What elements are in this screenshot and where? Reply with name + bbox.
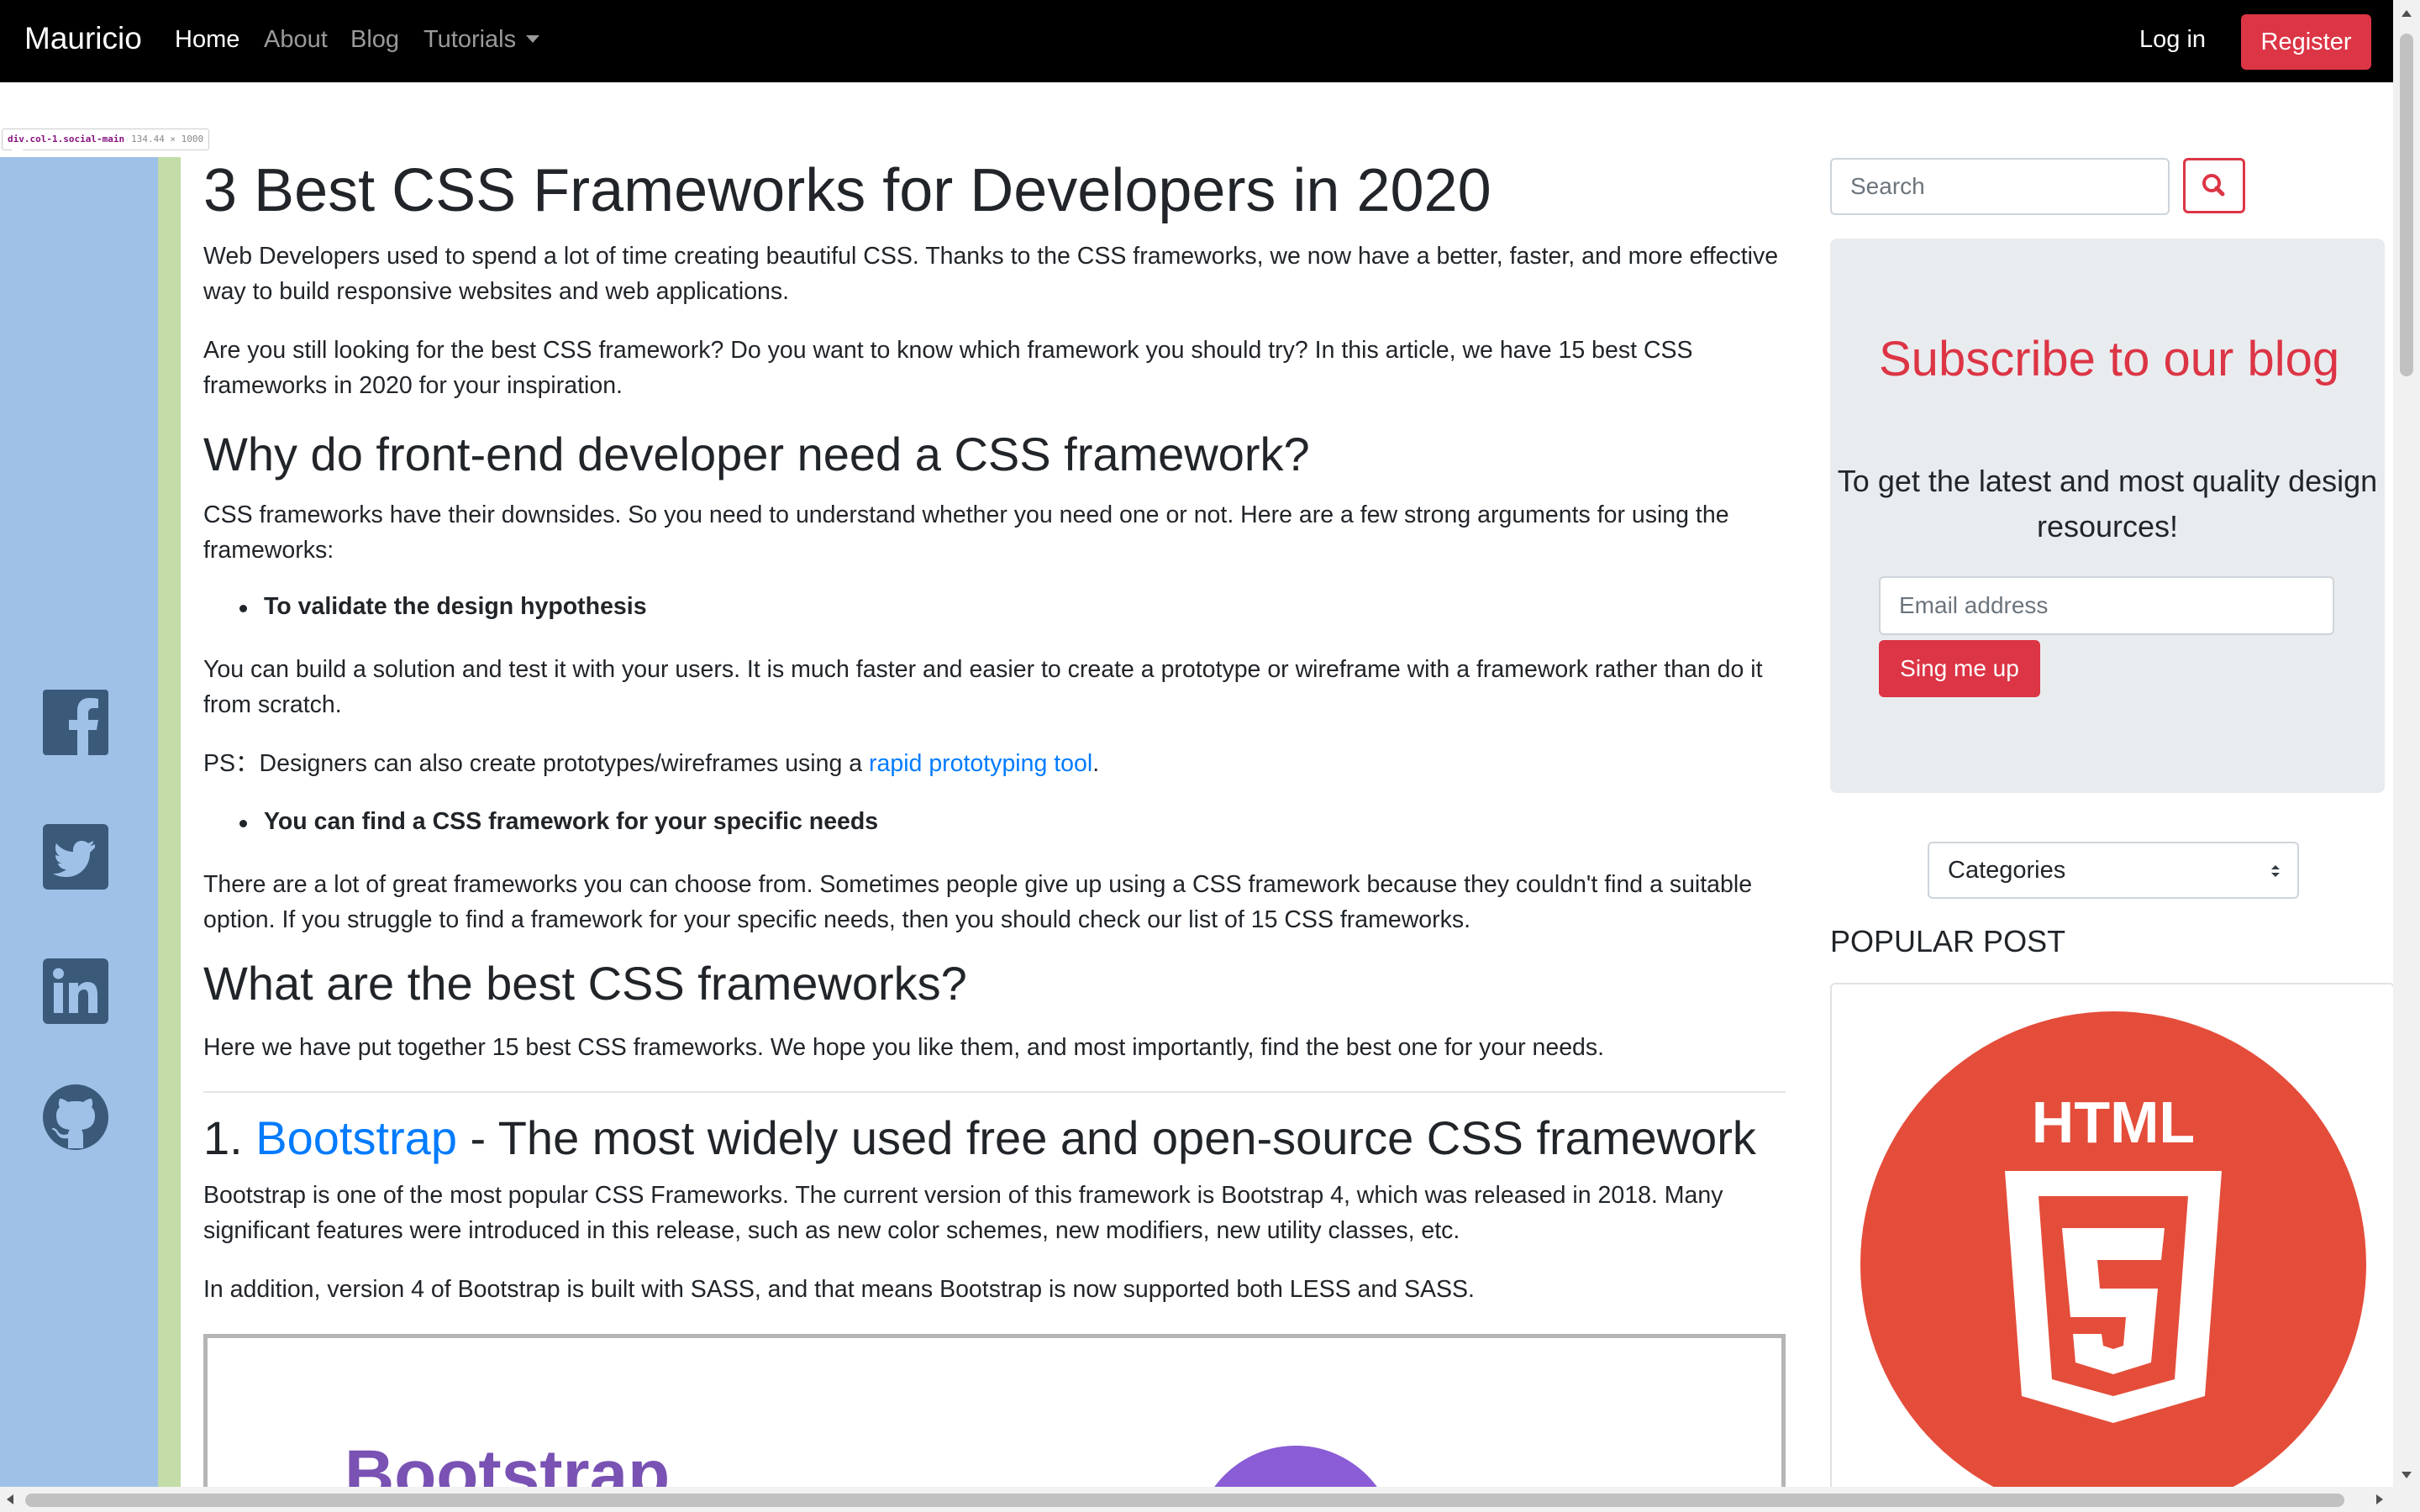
divider — [203, 1091, 1786, 1093]
select-arrows-icon — [2271, 865, 2280, 877]
bootstrap-sass-paragraph: In addition, version 4 of Bootstrap is b… — [203, 1276, 1475, 1303]
social-column — [0, 157, 158, 1512]
html5-label: HTML — [2032, 1089, 2195, 1155]
question-paragraph: Are you still looking for the best CSS f… — [203, 337, 1693, 399]
linkedin-icon[interactable] — [43, 958, 108, 1024]
search-input[interactable]: Search — [1830, 158, 2170, 215]
downsides-paragraph: CSS frameworks have their downsides. So … — [203, 501, 1729, 564]
scroll-up-icon[interactable] — [2402, 10, 2412, 17]
nav-tutorials-dropdown[interactable]: Tutorials — [424, 26, 540, 54]
list-item: To validate the design hypothesis — [239, 593, 647, 620]
search-icon — [2202, 174, 2225, 197]
ps-paragraph: PS：Designers can also create prototypes/… — [203, 746, 1786, 781]
nav-tutorials-label: Tutorials — [424, 26, 517, 53]
facebook-icon[interactable] — [43, 690, 108, 755]
vertical-scrollbar[interactable] — [2393, 0, 2420, 1512]
inspect-selector: div.col-1.social-main — [8, 134, 125, 144]
ps-text: PS：Designers can also create prototypes/… — [203, 750, 870, 777]
horizontal-scrollbar[interactable] — [0, 1487, 2393, 1512]
nav-about[interactable]: About — [264, 26, 328, 54]
article-title: 3 Best CSS Frameworks for Developers in … — [203, 157, 1491, 224]
inspect-dimensions: 134.44 × 1000 — [131, 134, 204, 144]
heading-bootstrap: 1. Bootstrap - The most widely used free… — [203, 1110, 1756, 1165]
subscribe-box: Subscribe to our blog To get the latest … — [1830, 239, 2385, 793]
subscribe-button[interactable]: Sing me up — [1879, 640, 2040, 697]
bootstrap-link[interactable]: Bootstrap — [255, 1111, 457, 1164]
search-button[interactable] — [2183, 158, 2245, 213]
navbar: Mauricio Home About Blog Tutorials Log i… — [0, 0, 2393, 82]
login-link[interactable]: Log in — [2139, 26, 2206, 54]
chevron-down-icon — [526, 35, 540, 43]
github-icon[interactable] — [43, 1084, 108, 1150]
social-column-padding — [158, 157, 181, 1512]
intro-paragraph: Web Developers used to spend a lot of ti… — [203, 243, 1779, 305]
brand-logo[interactable]: Mauricio — [24, 21, 142, 56]
bootstrap-figure: Bootstrap — [203, 1334, 1786, 1512]
heading-best-frameworks: What are the best CSS frameworks? — [203, 957, 967, 1010]
twitter-icon[interactable] — [43, 824, 108, 890]
subscribe-text: To get the latest and most quality desig… — [1837, 464, 2378, 543]
popular-post-heading: POPULAR POST — [1830, 924, 2066, 958]
scroll-left-icon[interactable] — [7, 1494, 13, 1504]
devtools-inspect-tooltip: div.col-1.social-main 134.44 × 1000 — [2, 129, 210, 150]
frameworks-choice-paragraph: There are a lot of great frameworks you … — [203, 871, 1753, 933]
subscribe-title: Subscribe to our blog — [1879, 332, 2340, 386]
register-button[interactable]: Register — [2241, 14, 2371, 70]
vertical-scroll-thumb[interactable] — [2400, 34, 2413, 376]
heading-why-framework: Why do front-end developer need a CSS fr… — [203, 428, 1310, 480]
prototype-paragraph: You can build a solution and test it wit… — [203, 656, 1763, 718]
scroll-right-icon[interactable] — [2376, 1494, 2383, 1504]
nav-home[interactable]: Home — [175, 26, 239, 54]
best-frameworks-paragraph: Here we have put together 15 best CSS fr… — [203, 1034, 1605, 1061]
horizontal-scroll-thumb[interactable] — [25, 1494, 2344, 1507]
html5-icon: HTML — [2005, 1089, 2222, 1423]
categories-label: Categories — [1948, 857, 2066, 884]
inspect-tooltip-arrow — [12, 150, 24, 156]
ps-suffix: . — [1092, 750, 1100, 777]
bootstrap-paragraph: Bootstrap is one of the most popular CSS… — [203, 1182, 1723, 1244]
email-field[interactable]: Email address — [1879, 576, 2334, 635]
nav-blog[interactable]: Blog — [350, 26, 399, 54]
popular-post-card[interactable]: HTML — [1830, 983, 2395, 1512]
heading-number: 1. — [203, 1111, 256, 1164]
list-item: You can find a CSS framework for your sp… — [239, 808, 879, 835]
categories-select[interactable]: Categories — [1928, 842, 2299, 899]
html5-logo: HTML — [1860, 1011, 2366, 1512]
scroll-down-icon[interactable] — [2402, 1472, 2412, 1478]
heading-bootstrap-rest: - The most widely used free and open-sou… — [456, 1111, 1756, 1164]
rapid-prototyping-link[interactable]: rapid prototyping tool — [869, 750, 1092, 777]
